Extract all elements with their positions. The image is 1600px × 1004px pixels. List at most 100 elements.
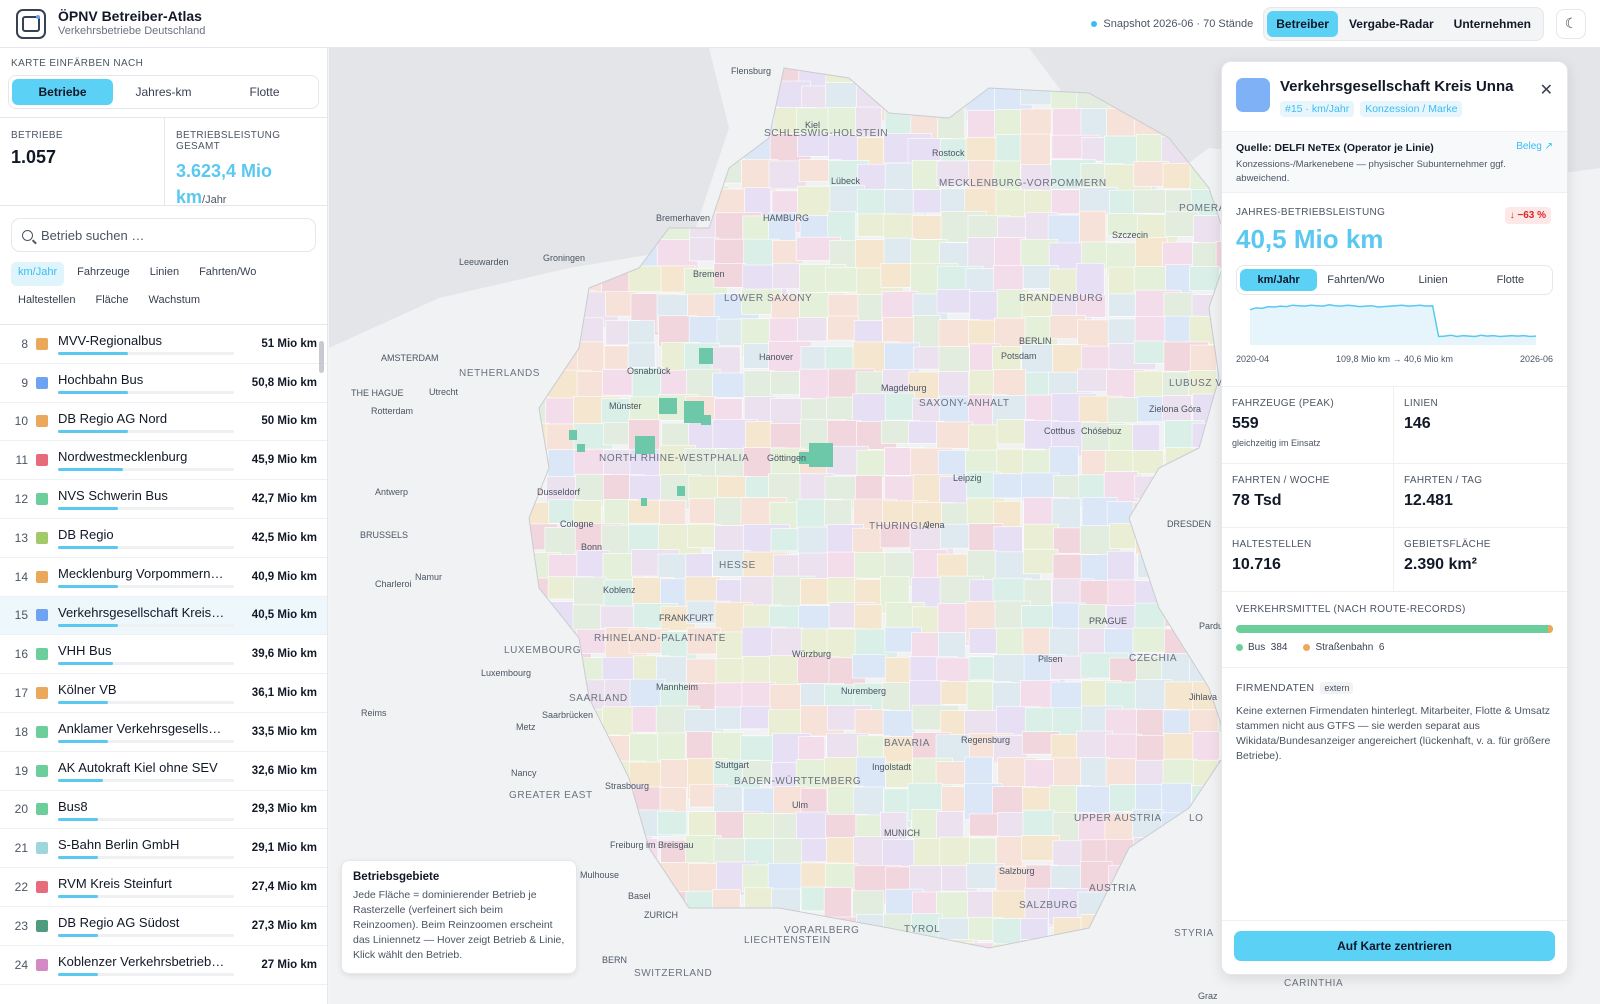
tab-vergabe-radar[interactable]: Vergabe-Radar: [1340, 11, 1443, 37]
list-item[interactable]: 17 Kölner VB 36,1 Mio km: [0, 674, 327, 713]
operator-area-cell[interactable]: [936, 811, 964, 839]
operator-area-cell[interactable]: [1162, 758, 1198, 787]
operator-area-cell[interactable]: [823, 887, 852, 918]
operator-area-cell[interactable]: [1133, 340, 1166, 364]
row-bar-fill: [58, 390, 129, 394]
selected-operator-area[interactable]: [635, 436, 655, 454]
list-item[interactable]: 19 AK Autokraft Kiel ohne SEV 32,6 Mio km: [0, 752, 327, 791]
operator-area-cell[interactable]: [1133, 189, 1170, 214]
list-item[interactable]: 15 Verkehrsgesellschaft Kreis Unna 40,5 Mi…: [0, 596, 327, 636]
tab-unternehmen[interactable]: Unternehmen: [1445, 11, 1540, 37]
operator-area-cell[interactable]: [657, 811, 688, 836]
operator-area-cell[interactable]: [825, 863, 858, 890]
operator-area-cell[interactable]: [827, 577, 858, 606]
operator-area-cell[interactable]: [713, 785, 743, 815]
selected-operator-area[interactable]: [809, 443, 833, 467]
operator-area-cell[interactable]: [1107, 397, 1142, 424]
list-item[interactable]: 18 Anklamer Verkehrsgesellschaft 33,5 Mio …: [0, 713, 327, 752]
operator-area-cell[interactable]: [936, 421, 974, 449]
sort-chip[interactable]: Haltestellen: [11, 290, 82, 314]
operator-area-cell[interactable]: [770, 371, 800, 396]
sort-chip[interactable]: Fahrzeuge: [70, 262, 137, 286]
sort-chip[interactable]: Linien: [143, 262, 186, 286]
operator-area-cell[interactable]: [660, 759, 689, 791]
operator-area-cell[interactable]: [940, 523, 973, 549]
operator-area-cell[interactable]: [854, 239, 886, 273]
tab-betreiber[interactable]: Betreiber: [1267, 10, 1338, 37]
kpi-delta-badge: ↓ −63 %: [1504, 207, 1551, 224]
selected-operator-area[interactable]: [699, 348, 713, 364]
source-link[interactable]: Beleg ↗: [1516, 141, 1553, 152]
search-input[interactable]: [41, 227, 291, 243]
operator-area-cell[interactable]: [797, 317, 828, 342]
list-item[interactable]: 9 Hochbahn Bus 50,8 Mio km: [0, 364, 327, 403]
list-item[interactable]: 11 Nordwestmecklenburg 45,9 Mio km: [0, 441, 327, 481]
sort-chip[interactable]: Fläche: [88, 290, 135, 314]
kpi-tab-km-jahr[interactable]: km/Jahr: [1240, 269, 1318, 291]
color-by-jahres-km[interactable]: Jahres-km: [113, 79, 214, 105]
row-color-swatch: [36, 687, 48, 700]
operator-area-cell[interactable]: [740, 705, 771, 730]
operator-area-cell[interactable]: [712, 372, 745, 398]
operator-area-cell[interactable]: [661, 422, 692, 449]
operator-area-cell[interactable]: [827, 315, 859, 341]
list-item[interactable]: 24 Koblenzer Verkehrsbetriebe GmbH 27 Mio …: [0, 946, 327, 985]
list-item[interactable]: 14 Mecklenburg Vorpommern Verkehrsgesells…: [0, 558, 327, 597]
list-item[interactable]: 13 DB Regio 42,5 Mio km: [0, 519, 327, 558]
color-by-betriebe[interactable]: Betriebe: [12, 79, 113, 105]
operator-area-cell[interactable]: [1075, 262, 1105, 297]
operator-area-cell[interactable]: [1107, 550, 1135, 583]
operator-area-cell[interactable]: [1019, 133, 1051, 169]
kpi-tab-flotte[interactable]: Flotte: [1472, 269, 1549, 291]
list-item[interactable]: 20 Bus8 29,3 Mio km: [0, 791, 327, 830]
list-item[interactable]: 12 NVS Schwerin Bus 42,7 Mio km: [0, 480, 327, 519]
kpi-tab-linien[interactable]: Linien: [1395, 269, 1472, 291]
close-icon[interactable]: ✕: [1540, 80, 1553, 100]
kpi-tab-fahrten-wo[interactable]: Fahrten/Wo: [1317, 269, 1394, 291]
selected-operator-area[interactable]: [569, 430, 577, 440]
sort-chip[interactable]: Wachstum: [142, 290, 208, 314]
operator-area-cell[interactable]: [573, 576, 607, 610]
list-item[interactable]: 8 MVV-Regionalbus 51 Mio km: [0, 325, 327, 364]
selected-operator-area[interactable]: [701, 415, 711, 425]
list-scrollbar[interactable]: [319, 341, 324, 373]
operator-area-cell[interactable]: [936, 289, 971, 314]
operator-area-cell[interactable]: [1135, 759, 1165, 787]
operator-area-cell[interactable]: [1020, 108, 1052, 136]
list-item[interactable]: 16 VHH Bus 39,6 Mio km: [0, 635, 327, 675]
operator-area-cell[interactable]: [714, 682, 745, 711]
selected-operator-area[interactable]: [659, 398, 677, 414]
operator-area-cell[interactable]: [627, 342, 656, 368]
center-on-map-button[interactable]: Auf Karte zentrieren: [1234, 931, 1555, 961]
dark-mode-toggle[interactable]: ☾: [1556, 8, 1586, 39]
operator-area-cell[interactable]: [824, 499, 852, 527]
list-item[interactable]: 22 RVM Kreis Steinfurt 27,4 Mio km: [0, 868, 327, 907]
operator-area-cell[interactable]: [689, 237, 719, 262]
list-item[interactable]: 10 DB Regio AG Nord 50 Mio km: [0, 403, 327, 442]
operator-area-cell[interactable]: [825, 267, 858, 293]
operator-area-cell[interactable]: [913, 346, 943, 370]
operator-area-cell[interactable]: [657, 732, 687, 762]
sort-chip[interactable]: km/Jahr: [11, 262, 65, 286]
operator-area-cell[interactable]: [1189, 266, 1220, 291]
operator-area-cell[interactable]: [852, 654, 887, 679]
operator-area-cell[interactable]: [1022, 548, 1059, 575]
selected-operator-area[interactable]: [577, 444, 585, 452]
operator-area-cell[interactable]: [884, 392, 916, 421]
selected-operator-area[interactable]: [677, 486, 685, 496]
operator-area-cell[interactable]: [799, 368, 830, 404]
operator-area-cell[interactable]: [882, 839, 919, 867]
color-by-flotte[interactable]: Flotte: [214, 79, 315, 105]
list-item[interactable]: 23 DB Regio AG Südost 27,3 Mio km: [0, 907, 327, 946]
operator-area-cell[interactable]: [855, 475, 883, 503]
operator-area-cell[interactable]: [1022, 809, 1056, 837]
operator-area-cell[interactable]: [1080, 757, 1110, 788]
sort-chip[interactable]: Fahrten/Wo: [192, 262, 263, 286]
operator-area-cell[interactable]: [940, 681, 970, 705]
operator-area-cell[interactable]: [1022, 787, 1053, 814]
operator-area-cell[interactable]: [714, 525, 748, 555]
list-item[interactable]: 21 S-Bahn Berlin GmbH 29,1 Mio km: [0, 829, 327, 869]
operator-area-cell[interactable]: [685, 553, 713, 581]
operator-area-cell[interactable]: [801, 85, 829, 111]
selected-operator-area[interactable]: [641, 498, 647, 506]
